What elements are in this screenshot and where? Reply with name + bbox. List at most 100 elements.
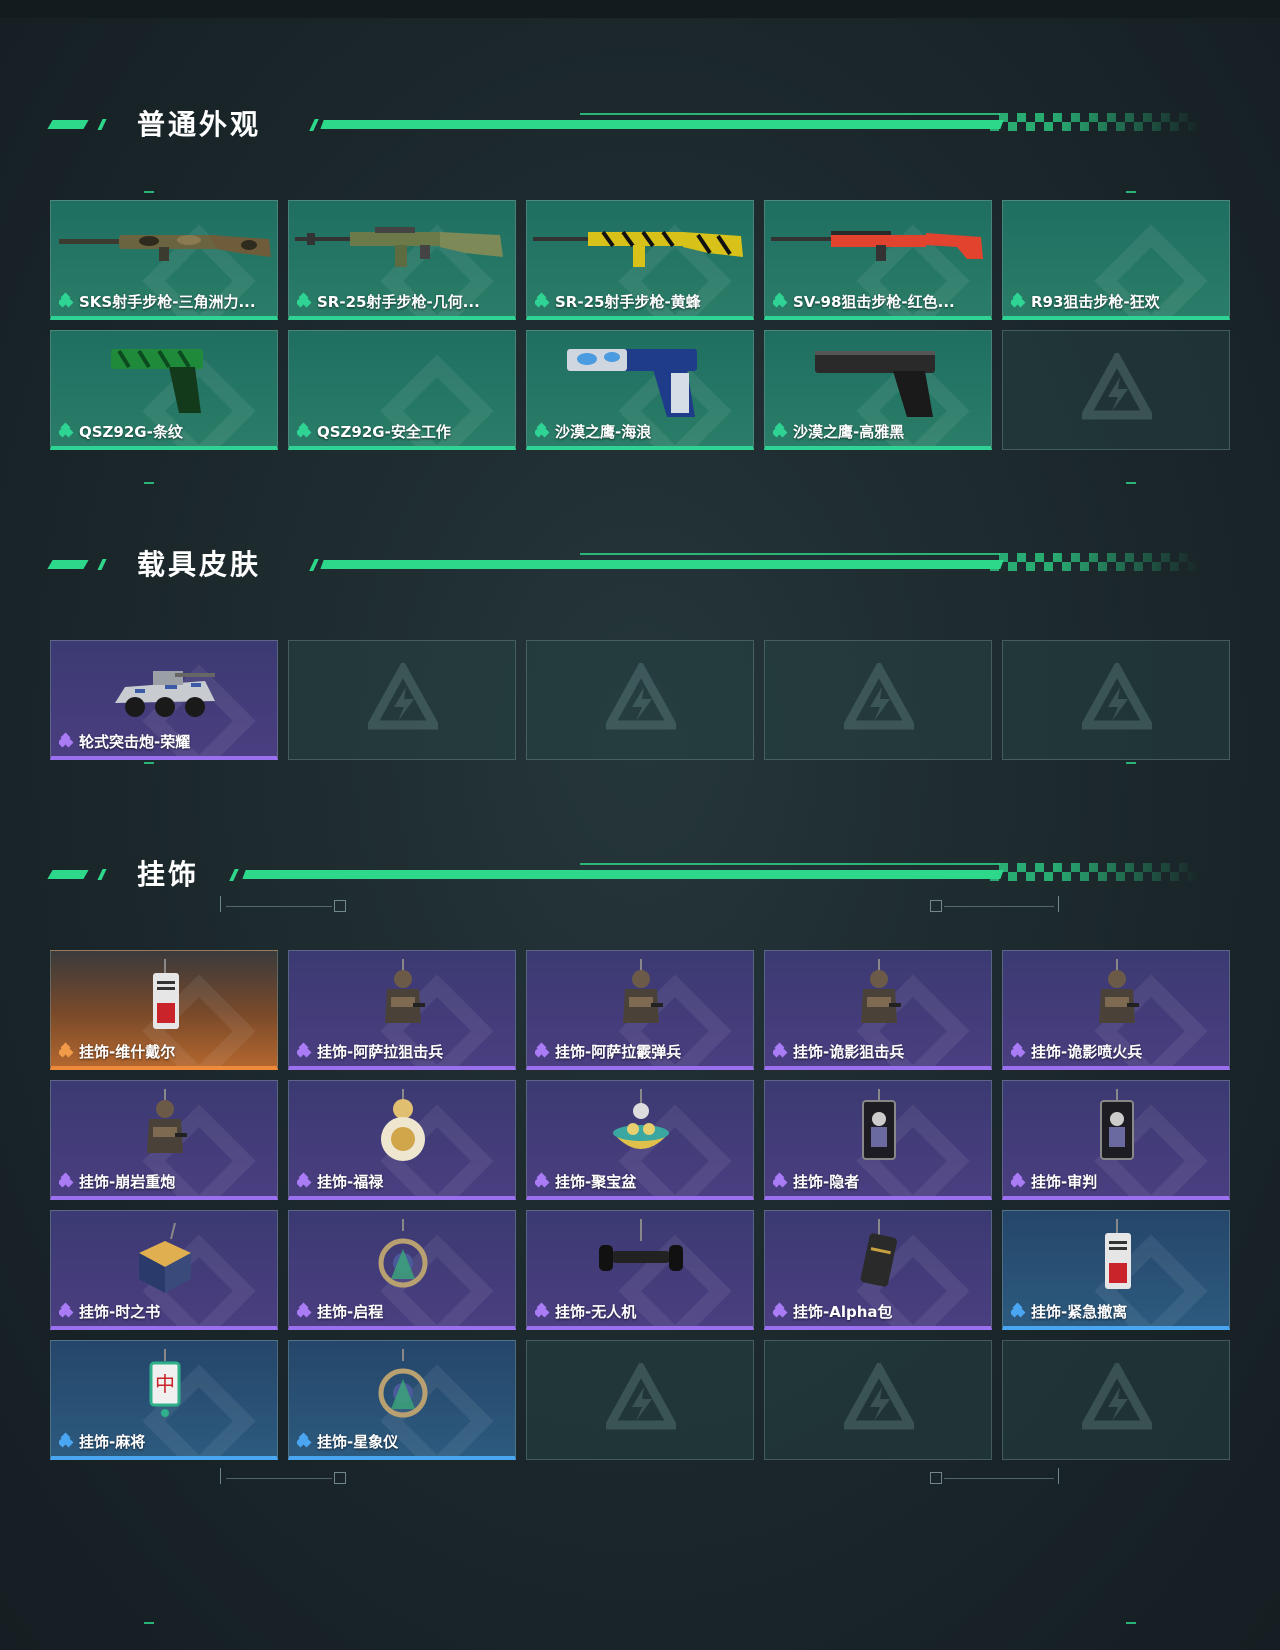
skin-label: 挂饰-时之书 <box>59 1301 271 1322</box>
charm-mahjong-icon: 中 <box>51 1347 277 1429</box>
charm-bowl-icon <box>527 1089 753 1169</box>
charm-ring-icon <box>289 1219 515 1299</box>
skin-card[interactable]: 挂饰-审判 <box>1002 1080 1230 1200</box>
skin-card[interactable]: 挂饰-诡影狙击兵 <box>764 950 992 1070</box>
delta-logo-icon <box>364 659 442 733</box>
skin-card[interactable]: 轮式突击炮-荣耀 <box>50 640 278 760</box>
delta-logo-icon <box>1078 659 1156 733</box>
skin-card[interactable]: SKS射手步枪-三角洲力... <box>50 200 278 320</box>
skin-label: 挂饰-聚宝盆 <box>535 1171 747 1192</box>
skin-card[interactable]: 挂饰-维什戴尔 <box>50 950 278 1070</box>
pistol-black-icon <box>765 339 991 419</box>
skin-card[interactable]: 挂饰-星象仪 <box>288 1340 516 1460</box>
skin-card[interactable]: 挂饰-诡影喷火兵 <box>1002 950 1230 1070</box>
skin-card[interactable]: 挂饰-阿萨拉霰弹兵 <box>526 950 754 1070</box>
pistol-green-icon <box>51 339 277 419</box>
delta-logo-icon <box>602 659 680 733</box>
empty-slot <box>764 640 992 760</box>
charm-ring-icon <box>289 1349 515 1429</box>
rarity-diamond-icon <box>297 1042 312 1058</box>
skin-grid: 轮式突击炮-荣耀 <box>50 640 1230 760</box>
rifle-geometric-icon <box>289 209 515 289</box>
delta-logo-icon <box>840 659 918 733</box>
skin-card[interactable]: SR-25射手步枪-几何... <box>288 200 516 320</box>
rarity-diamond-icon <box>59 1302 74 1318</box>
skin-card[interactable]: QSZ92G-条纹 <box>50 330 278 450</box>
skin-label: 挂饰-Alpha包 <box>773 1301 985 1322</box>
skin-card[interactable]: QSZ92G-安全工作 <box>288 330 516 450</box>
charm-tag-icon <box>1003 1217 1229 1299</box>
skin-label: R93狙击步枪-狂欢 <box>1011 291 1223 312</box>
skin-label: QSZ92G-条纹 <box>59 421 271 442</box>
rifle-yellow-icon <box>527 209 753 289</box>
skin-card[interactable]: 挂饰-福禄 <box>288 1080 516 1200</box>
rarity-diamond-icon <box>59 292 74 308</box>
rarity-diamond-icon <box>59 1172 74 1188</box>
empty-slot <box>1002 330 1230 450</box>
skin-card[interactable]: 中挂饰-麻将 <box>50 1340 278 1460</box>
skin-label: 沙漠之鹰-高雅黑 <box>773 421 985 442</box>
charm-card-icon <box>765 1087 991 1169</box>
rarity-diamond-icon <box>1011 1172 1026 1188</box>
rarity-diamond-icon <box>297 1172 312 1188</box>
section-title: 载具皮肤 <box>137 548 262 581</box>
skin-label: QSZ92G-安全工作 <box>297 421 509 442</box>
rarity-diamond-icon <box>297 422 312 438</box>
skin-card[interactable]: 挂饰-Alpha包 <box>764 1210 992 1330</box>
rarity-diamond-icon <box>535 292 550 308</box>
top-bar <box>0 0 1280 18</box>
delta-logo-icon <box>1078 349 1156 423</box>
skin-card[interactable]: 挂饰-启程 <box>288 1210 516 1330</box>
ruler-bottom <box>0 1468 1280 1488</box>
skin-label: 挂饰-福禄 <box>297 1171 509 1192</box>
skin-card[interactable]: 挂饰-崩岩重炮 <box>50 1080 278 1200</box>
rarity-diamond-icon <box>535 1042 550 1058</box>
charm-figure-icon <box>765 959 991 1039</box>
skin-card[interactable]: 沙漠之鹰-高雅黑 <box>764 330 992 450</box>
charm-figure-icon <box>289 959 515 1039</box>
skin-label: SR-25射手步枪-黄蜂 <box>535 291 747 312</box>
skin-label: SKS射手步枪-三角洲力... <box>59 291 271 312</box>
skin-card[interactable]: SV-98狙击步枪-红色... <box>764 200 992 320</box>
pistol-blue-icon <box>527 339 753 419</box>
skin-card[interactable]: 沙漠之鹰-海浪 <box>526 330 754 450</box>
rarity-diamond-icon <box>535 1172 550 1188</box>
skin-card[interactable]: 挂饰-隐者 <box>764 1080 992 1200</box>
empty-slot <box>1002 1340 1230 1460</box>
skin-label: 挂饰-维什戴尔 <box>59 1041 271 1062</box>
empty-slot <box>526 1340 754 1460</box>
empty-slot <box>288 640 516 760</box>
skin-card[interactable]: 挂饰-阿萨拉狙击兵 <box>288 950 516 1070</box>
charm-gourd-icon <box>289 1089 515 1169</box>
skin-card[interactable]: R93狙击步枪-狂欢 <box>1002 200 1230 320</box>
skin-label: SV-98狙击步枪-红色... <box>773 291 985 312</box>
rarity-diamond-icon <box>297 1302 312 1318</box>
skin-card[interactable]: SR-25射手步枪-黄蜂 <box>526 200 754 320</box>
delta-logo-icon <box>840 1359 918 1433</box>
skin-card[interactable]: 挂饰-聚宝盆 <box>526 1080 754 1200</box>
rarity-diamond-icon <box>1011 1042 1026 1058</box>
skin-label: 沙漠之鹰-海浪 <box>535 421 747 442</box>
section-vehicle-skins: 载具皮肤 轮式突击炮-荣耀 <box>0 548 1280 768</box>
skin-label: 挂饰-诡影狙击兵 <box>773 1041 985 1062</box>
skin-card[interactable]: 挂饰-紧急撤离 <box>1002 1210 1230 1330</box>
skin-label: 挂饰-无人机 <box>535 1301 747 1322</box>
skin-label: 挂饰-崩岩重炮 <box>59 1171 271 1192</box>
skin-card[interactable]: 挂饰-无人机 <box>526 1210 754 1330</box>
charm-book-icon <box>51 1219 277 1299</box>
skin-grid: SKS射手步枪-三角洲力... SR-25射手步枪-几何... SR-25射手步枪-… <box>50 200 1230 450</box>
skin-label: SR-25射手步枪-几何... <box>297 291 509 312</box>
skin-label: 挂饰-诡影喷火兵 <box>1011 1041 1223 1062</box>
charm-drone-icon <box>527 1219 753 1299</box>
armored-vehicle-icon <box>51 649 277 729</box>
section-title: 普通外观 <box>137 108 262 141</box>
section-normal-skins: 普通外观 SKS射手步枪-三角洲力... SR-25射手步枪-几何... SR-25… <box>0 108 1280 488</box>
skin-label: 挂饰-麻将 <box>59 1431 271 1452</box>
skin-label: 挂饰-审判 <box>1011 1171 1223 1192</box>
rarity-diamond-icon <box>59 732 74 748</box>
skin-grid: 挂饰-维什戴尔 挂饰-阿萨拉狙击兵 挂饰-阿萨拉霰弹兵 挂饰-诡影狙击兵 挂饰-诡影喷火… <box>50 950 1230 1460</box>
empty-slot <box>764 1340 992 1460</box>
sniper-red-icon <box>765 209 991 289</box>
skin-card[interactable]: 挂饰-时之书 <box>50 1210 278 1330</box>
skin-label: 挂饰-紧急撤离 <box>1011 1301 1223 1322</box>
